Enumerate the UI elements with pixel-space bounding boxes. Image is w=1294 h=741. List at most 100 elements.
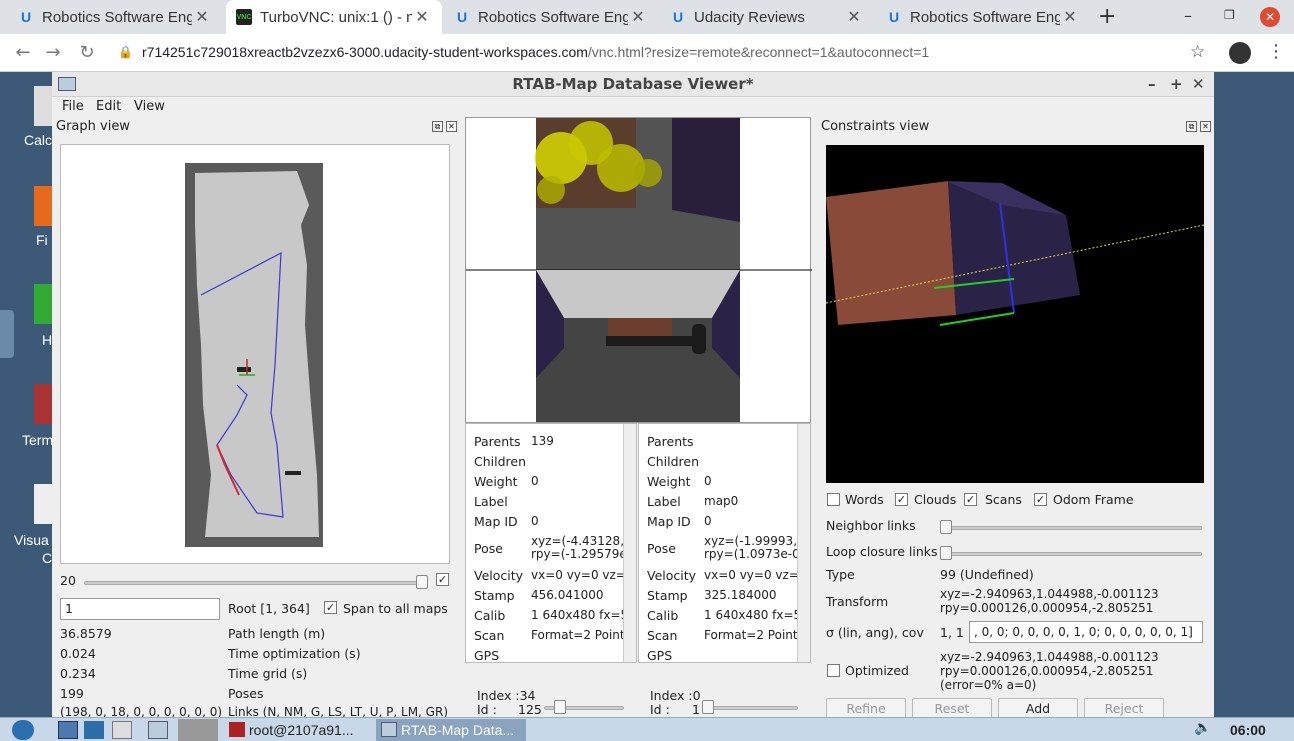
info-key: Parents — [647, 434, 694, 449]
close-tab-icon[interactable]: ✕ — [844, 7, 864, 27]
info-value: 325.184000 — [704, 588, 777, 602]
close-tab-icon[interactable]: ✕ — [1060, 7, 1080, 27]
taskbar-item-terminal[interactable]: root@2107a91... — [249, 720, 354, 740]
browser-tab-5[interactable]: U Robotics Software Eng ✕ — [876, 0, 1090, 34]
minimize-icon[interactable]: – — [1148, 72, 1156, 97]
reload-icon[interactable]: ↻ — [74, 40, 100, 66]
browser-tab-2[interactable]: VNC TurboVNC: unix:1 () - n ✕ — [226, 0, 442, 34]
stat-value: 36.8579 — [60, 626, 112, 641]
calculator-icon[interactable] — [34, 86, 52, 126]
menu-file[interactable]: File — [62, 99, 84, 114]
restore-icon[interactable]: ❐ — [1224, 8, 1235, 22]
browser-tab-3[interactable]: U Robotics Software Eng ✕ — [444, 0, 658, 34]
rtabmap-window: RTAB-Map Database Viewer* – + ✕ File Edi… — [52, 72, 1214, 720]
workspace-indicator[interactable] — [178, 719, 218, 741]
loop-links-handle[interactable] — [940, 546, 952, 560]
vertical-scrollbar[interactable] — [623, 424, 636, 662]
close-tab-icon[interactable]: ✕ — [628, 7, 648, 27]
close-window-icon[interactable]: ✕ — [1260, 7, 1280, 27]
close-tab-icon[interactable]: ✕ — [412, 7, 432, 27]
loop-links-label: Loop closure links — [826, 544, 938, 559]
rtabmap-icon — [381, 722, 397, 737]
show-desktop-icon[interactable] — [58, 721, 78, 739]
id-label-left: Id : — [477, 702, 497, 717]
desktop-background — [1214, 72, 1294, 717]
graph-slider-handle[interactable] — [416, 575, 428, 589]
index-slider-right[interactable] — [702, 706, 798, 710]
map-id-spinbox[interactable]: 1 — [60, 598, 220, 620]
info-key: Weight — [647, 474, 691, 489]
info-value: map0 — [704, 494, 739, 508]
close-tab-icon[interactable]: ✕ — [192, 7, 212, 27]
type-label: Type — [826, 567, 855, 582]
close-dock-icon[interactable]: ✕ — [1200, 121, 1211, 132]
back-icon[interactable]: ← — [10, 40, 36, 66]
info-key: Label — [474, 494, 508, 509]
info-key: Label — [647, 494, 681, 509]
root-label: Root [1, 364] — [228, 601, 310, 616]
optimized-label: Optimized — [845, 663, 909, 678]
vertical-scrollbar[interactable] — [797, 424, 810, 662]
loop-links-slider[interactable] — [942, 552, 1202, 556]
files-icon[interactable] — [84, 721, 104, 739]
odom-frame-checkbox[interactable]: ✓ — [1034, 493, 1047, 506]
desktop-label: Term — [22, 432, 54, 448]
close-icon[interactable]: ✕ — [1192, 72, 1205, 97]
info-key: Stamp — [474, 588, 515, 603]
scans-checkbox[interactable]: ✓ — [964, 493, 977, 506]
close-dock-icon[interactable]: ✕ — [446, 121, 457, 132]
info-value: 456.041000 — [531, 588, 604, 602]
app-launcher-icon[interactable] — [112, 721, 132, 739]
words-label: Words — [845, 492, 884, 507]
udacity-icon: U — [20, 9, 32, 25]
menu-edit[interactable]: Edit — [96, 99, 121, 114]
minimize-icon[interactable]: – — [1184, 6, 1192, 25]
neighbor-links-slider[interactable] — [942, 526, 1202, 530]
new-tab-button[interactable]: + — [1098, 4, 1116, 29]
index-slider-left-handle[interactable] — [554, 700, 566, 714]
profile-avatar-icon[interactable] — [1229, 42, 1251, 64]
float-dock-icon[interactable]: ⧉ — [432, 121, 443, 132]
index-label-right: Index :0 — [650, 688, 701, 703]
kebab-menu-icon[interactable]: ⋮ — [1267, 41, 1285, 62]
words-checkbox[interactable] — [827, 493, 840, 506]
neighbor-links-handle[interactable] — [940, 520, 952, 534]
taskbar-item-rtabmap[interactable]: RTAB-Map Data... — [401, 720, 514, 740]
info-key: Stamp — [647, 588, 688, 603]
info-value: 139 — [531, 434, 554, 448]
firefox-icon[interactable] — [34, 186, 52, 226]
browser-tab-1[interactable]: U Robotics Software Eng ✕ — [8, 0, 222, 34]
menu-view[interactable]: View — [134, 99, 165, 114]
maximize-icon[interactable]: + — [1170, 72, 1183, 97]
forward-icon[interactable]: → — [40, 40, 66, 66]
constraints-3d-view[interactable] — [825, 145, 1205, 483]
stat-value: 0.024 — [60, 646, 96, 661]
graph-view-canvas[interactable] — [60, 144, 450, 564]
htop-icon[interactable] — [34, 284, 52, 324]
neighbor-links-label: Neighbor links — [826, 518, 916, 533]
clouds-checkbox[interactable]: ✓ — [895, 493, 908, 506]
volume-icon[interactable]: 🔈 — [1194, 720, 1211, 736]
side-panel-handle[interactable] — [0, 310, 14, 358]
graph-slider-checkbox[interactable]: ✓ — [436, 573, 449, 586]
graph-slider[interactable] — [84, 581, 426, 585]
terminal-icon[interactable] — [34, 384, 52, 424]
browser-tab-bar: U Robotics Software Eng ✕ VNC TurboVNC: … — [0, 0, 1294, 34]
span-maps-checkbox[interactable]: ✓ — [324, 601, 337, 614]
covariance-field[interactable]: , 0, 0; 0, 0, 0, 0, 1, 0; 0, 0, 0, 0, 0,… — [969, 621, 1203, 643]
window-switch-icon[interactable] — [148, 721, 168, 739]
float-dock-icon[interactable]: ⧉ — [1186, 121, 1197, 132]
browser-tab-4[interactable]: U Udacity Reviews ✕ — [660, 0, 874, 34]
info-value: rpy=(-1.29579e — [531, 547, 627, 561]
optimized-checkbox[interactable] — [827, 664, 840, 677]
info-key: Pose — [474, 541, 503, 556]
vscode-icon[interactable] — [34, 484, 52, 524]
bookmark-star-icon[interactable]: ☆ — [1190, 42, 1205, 62]
tab-label: Robotics Software Eng — [478, 8, 628, 26]
browser-toolbar: ← → ↻ 🔒 r714251c729018xreactb2vzezx6-300… — [0, 34, 1294, 72]
start-menu-icon[interactable] — [12, 720, 34, 740]
address-bar[interactable]: r714251c729018xreactb2vzezx6-3000.udacit… — [142, 44, 929, 60]
node-info-right: Parents Children Weight 0 Label map0 Map… — [638, 423, 811, 663]
index-slider-right-handle[interactable] — [702, 700, 714, 714]
graph-slider-value: 20 — [60, 573, 76, 588]
